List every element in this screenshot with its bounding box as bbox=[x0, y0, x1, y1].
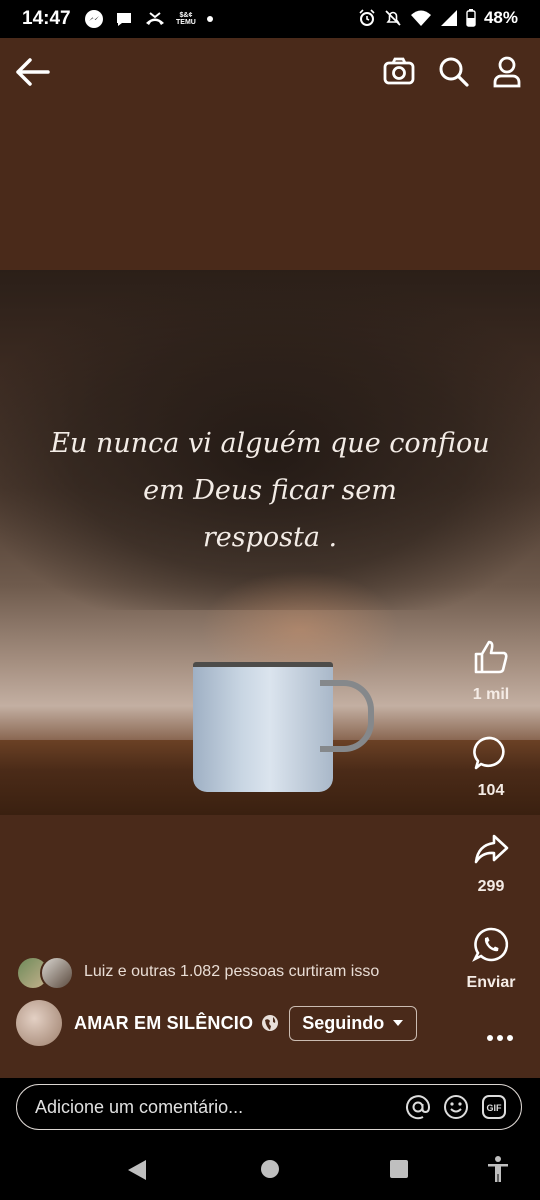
search-icon bbox=[439, 57, 469, 87]
battery-icon bbox=[466, 9, 476, 27]
like-button[interactable]: 1 mil bbox=[456, 638, 526, 704]
back-button[interactable] bbox=[12, 52, 52, 92]
nav-back-icon[interactable] bbox=[128, 1160, 146, 1180]
signal-icon bbox=[440, 10, 457, 26]
accessibility-button[interactable] bbox=[486, 1155, 510, 1183]
more-options-button[interactable] bbox=[486, 1022, 514, 1048]
profile-button[interactable] bbox=[490, 54, 524, 88]
nav-home-icon[interactable] bbox=[261, 1160, 279, 1178]
camera-icon bbox=[383, 57, 415, 85]
back-arrow-icon bbox=[16, 58, 50, 86]
gif-icon: GIF bbox=[482, 1095, 506, 1119]
messenger-icon bbox=[85, 10, 103, 28]
top-bar bbox=[0, 38, 540, 108]
mute-icon bbox=[385, 10, 401, 26]
accessibility-icon bbox=[488, 1156, 508, 1182]
more-icon bbox=[487, 1035, 513, 1041]
battery-percent: 48% bbox=[483, 8, 518, 27]
share-button[interactable]: 299 bbox=[456, 830, 526, 896]
post-quote: Eu nunca vi alguém que confiou em Deus f… bbox=[0, 420, 540, 561]
system-nav-bar bbox=[0, 1150, 540, 1200]
dot-icon bbox=[206, 16, 213, 22]
comment-button[interactable]: 104 bbox=[456, 734, 526, 800]
status-bar: 14:47 $&¢ TEMU 48% bbox=[0, 0, 540, 38]
at-sign-icon bbox=[406, 1095, 431, 1120]
page-avatar[interactable] bbox=[16, 1000, 62, 1046]
globe-icon bbox=[262, 1015, 279, 1031]
send-whatsapp-button[interactable]: Enviar bbox=[456, 926, 526, 992]
following-label: Seguindo bbox=[302, 1012, 385, 1033]
temu-icon: $&¢ TEMU bbox=[176, 12, 196, 26]
status-time: 14:47 bbox=[22, 8, 71, 29]
gif-button[interactable]: GIF bbox=[481, 1094, 507, 1120]
mention-button[interactable] bbox=[405, 1094, 431, 1120]
bottom-area: GIF bbox=[0, 1078, 540, 1200]
send-label: Enviar bbox=[466, 974, 516, 991]
comment-count: 104 bbox=[477, 782, 505, 799]
image-mug bbox=[193, 662, 333, 792]
emoji-button[interactable] bbox=[443, 1094, 469, 1120]
wifi-icon bbox=[410, 10, 431, 26]
quote-line: resposta . bbox=[202, 522, 338, 553]
following-button[interactable]: Seguindo bbox=[289, 1005, 418, 1041]
quote-line: em Deus ficar sem bbox=[143, 475, 397, 506]
quote-line: Eu nunca vi alguém que confiou bbox=[50, 428, 490, 459]
page-name[interactable]: AMAR EM SILÊNCIO bbox=[74, 1013, 253, 1034]
camera-button[interactable] bbox=[382, 54, 416, 88]
reactions-text: Luiz e outras 1.082 pessoas curtiram iss… bbox=[84, 963, 380, 980]
comment-box: GIF bbox=[16, 1084, 522, 1130]
whatsapp-icon bbox=[472, 927, 509, 962]
share-icon bbox=[474, 834, 509, 864]
nav-recent-apps-icon[interactable] bbox=[390, 1160, 408, 1178]
thumbs-up-icon bbox=[474, 640, 508, 674]
comment-icon bbox=[473, 736, 505, 770]
like-count: 1 mil bbox=[472, 686, 510, 703]
search-button[interactable] bbox=[436, 54, 470, 88]
page-info-row: AMAR EM SILÊNCIO Seguindo bbox=[16, 998, 524, 1048]
share-count: 299 bbox=[477, 878, 505, 895]
svg-text:GIF: GIF bbox=[487, 1103, 503, 1113]
side-actions: 1 mil 104 299 Enviar bbox=[456, 638, 526, 1022]
reactions-row[interactable]: Luiz e outras 1.082 pessoas curtiram iss… bbox=[16, 956, 380, 990]
smiley-icon bbox=[444, 1095, 468, 1119]
avatar bbox=[40, 956, 74, 990]
profile-icon bbox=[493, 56, 521, 88]
chevron-down-icon bbox=[393, 1020, 404, 1026]
missed-call-icon bbox=[146, 12, 164, 25]
alarm-icon bbox=[359, 9, 375, 26]
image-mug-handle bbox=[320, 680, 374, 752]
comment-input[interactable] bbox=[33, 1095, 367, 1119]
chat-bubble-icon bbox=[117, 13, 131, 26]
